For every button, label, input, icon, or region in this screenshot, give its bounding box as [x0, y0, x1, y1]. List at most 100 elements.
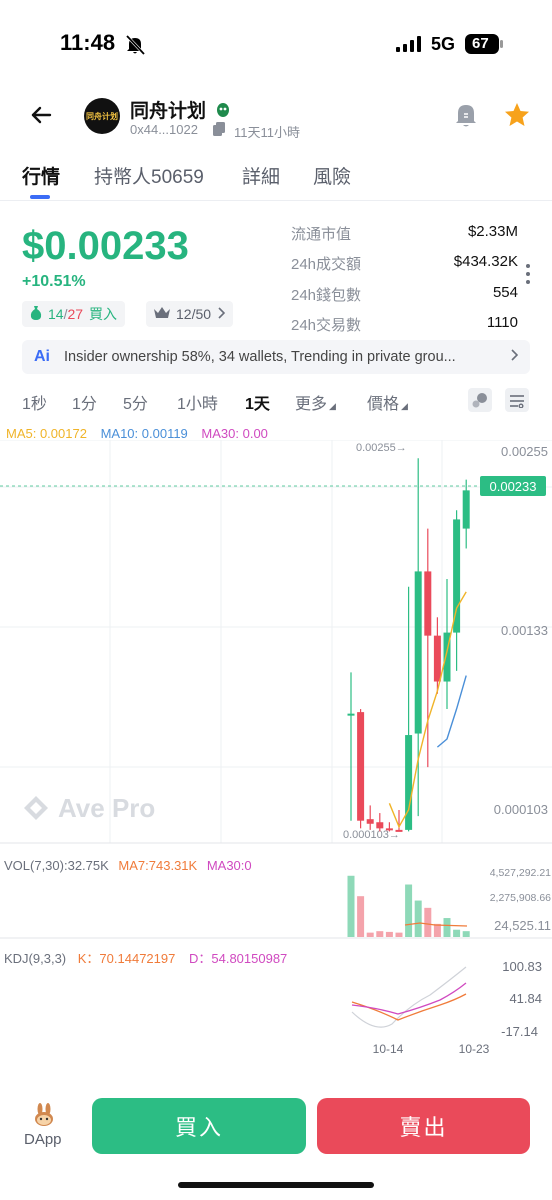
volume-bar	[347, 875, 355, 937]
volume-bar	[385, 931, 393, 937]
interval-1h[interactable]: 1小時	[177, 390, 218, 414]
token-avatar-logo: 同舟计划	[86, 111, 118, 121]
verified-badge-icon	[215, 100, 231, 124]
kdj-tick-mid: 41.84	[509, 991, 542, 1006]
network-label: 5G	[431, 34, 456, 54]
interval-5m[interactable]: 5分	[123, 390, 148, 414]
indicator-toggle-button[interactable]	[468, 388, 492, 412]
dapp-label[interactable]: DApp	[24, 1131, 62, 1148]
last-price-label: 0.00233	[490, 479, 537, 494]
volume-ma7-line	[404, 922, 468, 927]
candle-body	[376, 822, 384, 829]
vol-ma7-legend: MA7:743.31K	[118, 858, 197, 873]
candle-body	[424, 571, 432, 636]
bunny-icon	[35, 1103, 53, 1126]
dropdown-triangle-icon: ◢	[401, 401, 408, 411]
volume-bar	[414, 900, 422, 937]
volume-bar	[433, 923, 441, 937]
vol-tick-mid: 2,275,908.66	[490, 892, 551, 904]
signal-icon	[396, 36, 426, 59]
ave-pro-watermark: Ave Pro	[24, 793, 155, 823]
ma-legend: MA5: 0.00172 MA10: 0.00119 MA30: 0.00	[6, 426, 268, 441]
buy-button[interactable]: 買入	[92, 1098, 306, 1154]
dropdown-triangle-icon: ◢	[329, 401, 336, 411]
ma30-legend: MA30: 0.00	[201, 426, 268, 441]
candle-body	[433, 635, 441, 682]
back-button[interactable]	[26, 100, 56, 130]
rank-value: 12/50	[176, 306, 212, 322]
sliders-icon	[510, 395, 524, 408]
price-mode-select[interactable]: 價格 ◢	[367, 390, 408, 414]
stat-label-market-cap: 流通市值	[291, 226, 352, 243]
dapp-button-icon[interactable]	[32, 1103, 56, 1127]
token-address[interactable]: 0x44...1022	[130, 122, 198, 137]
y-tick-mid: 0.00133	[501, 623, 548, 638]
tab-market[interactable]: 行情	[22, 162, 60, 189]
vol-tick-high: 4,527,292.21	[490, 867, 551, 879]
token-age: 11天11小時	[234, 125, 300, 140]
kdj-d-line	[351, 982, 467, 1015]
arrow-left-icon	[31, 106, 52, 124]
more-vertical-icon	[526, 264, 530, 284]
chevron-right-icon	[217, 306, 226, 322]
candle-body	[462, 490, 470, 529]
vol-tick-low: 24,525.11	[494, 918, 551, 933]
ai-insight-banner[interactable]: Ai Insider ownership 58%, 34 wallets, Tr…	[22, 340, 530, 374]
volume-bar	[366, 932, 374, 937]
y-tick-high: 0.00255	[501, 444, 548, 459]
kdj-j-line	[351, 966, 467, 1028]
tab-details[interactable]: 詳細	[242, 162, 280, 189]
buy-label: 買入	[89, 306, 118, 322]
crown-icon	[154, 306, 170, 322]
sell-button[interactable]: 賣出	[317, 1098, 530, 1154]
rank-chip[interactable]: 12/50	[146, 301, 234, 327]
status-time: 11:48	[60, 30, 116, 55]
kdj-k-value: K：70.14472197	[78, 951, 176, 966]
home-indicator	[178, 1182, 374, 1188]
candle-body	[405, 735, 413, 830]
token-avatar: 同舟计划	[84, 98, 120, 134]
tab-divider	[0, 200, 552, 201]
volume-legend: VOL(7,30):32.75K MA7:743.31K MA30:0	[4, 858, 252, 873]
stat-value-volume: $434.32K	[453, 253, 518, 270]
vol-ma30-legend: MA30:0	[207, 858, 252, 873]
chart-settings-button[interactable]	[505, 388, 529, 412]
stat-label-wallets: 24h錢包數	[291, 287, 362, 304]
interval-1s[interactable]: 1秒	[22, 390, 47, 414]
svg-text:Ai: Ai	[34, 348, 50, 364]
kdj-tick-low: -17.14	[501, 1024, 538, 1039]
tab-risk[interactable]: 風險	[313, 162, 351, 189]
interval-1m[interactable]: 1分	[72, 390, 97, 414]
kdj-tick-high: 100.83	[502, 959, 542, 974]
copy-icon[interactable]	[213, 122, 225, 141]
price-chart[interactable]: Ave Pro 0.00255 0.00133 0.000103 0.00255…	[0, 440, 552, 1060]
candle-body	[453, 519, 461, 633]
price-change: +10.51%	[22, 273, 86, 290]
favorite-star-button[interactable]	[503, 101, 531, 134]
kdj-d-value: D：54.80150987	[189, 951, 287, 966]
interval-more-label: 更多	[295, 396, 328, 413]
buy-ratio-chip[interactable]: 14/27 買入	[22, 301, 126, 327]
ai-icon: Ai	[34, 346, 54, 369]
candle-body	[366, 819, 374, 824]
alert-bell-button[interactable]	[453, 101, 479, 134]
y-tick-low: 0.000103	[494, 802, 548, 817]
battery-level: 67	[472, 35, 489, 52]
more-options-button[interactable]	[524, 262, 532, 291]
tab-holders[interactable]: 持幣人50659	[94, 162, 204, 189]
money-bag-icon	[30, 305, 42, 323]
watermark-text: Ave Pro	[58, 793, 155, 823]
star-icon	[505, 103, 529, 126]
current-price: $0.00233	[22, 224, 189, 268]
chevron-right-icon	[510, 348, 519, 366]
stat-value-market-cap: $2.33M	[467, 223, 518, 240]
buy-total: 27	[67, 306, 84, 322]
candlesticks	[347, 458, 470, 832]
interval-more[interactable]: 更多 ◢	[295, 390, 336, 414]
stat-value-trades: 1110	[486, 314, 518, 331]
interval-1d[interactable]: 1天	[245, 390, 270, 414]
bubbles-icon	[472, 393, 487, 408]
x-tick-2: 10-23	[459, 1042, 490, 1056]
ma5-legend: MA5: 0.00172	[6, 426, 87, 441]
stat-label-volume: 24h成交額	[291, 256, 362, 273]
